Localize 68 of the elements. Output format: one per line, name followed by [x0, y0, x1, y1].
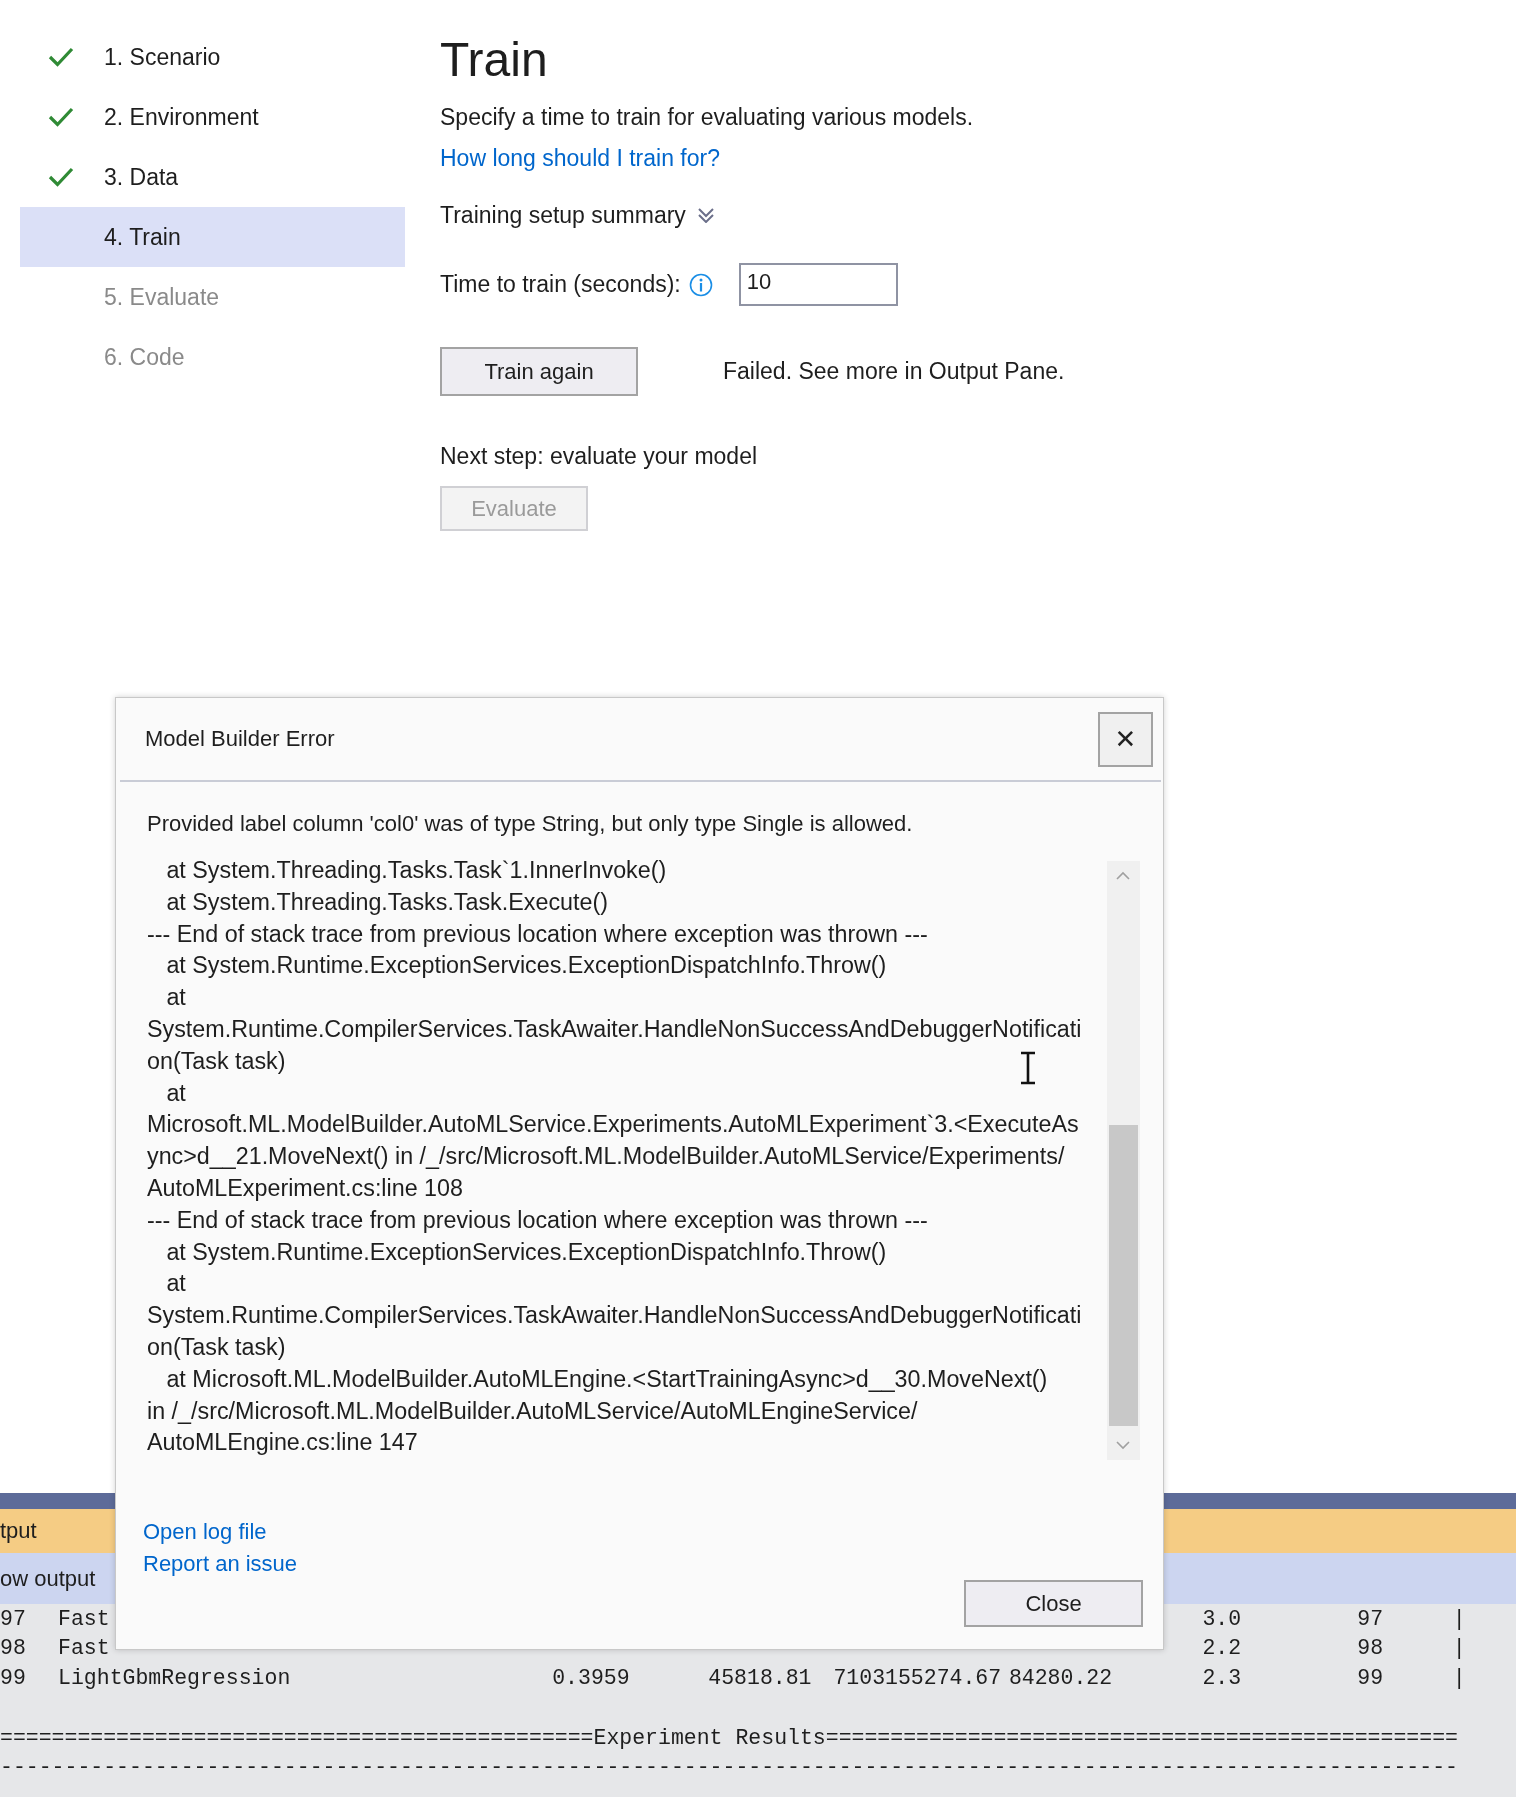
text-cursor-icon	[1018, 1051, 1038, 1085]
console-cell-text: LightGbmRegression	[58, 1665, 292, 1690]
stack-trace-line: System.Runtime.CompilerServices.TaskAwaiter.HandleNonSuccessAndDebuggerNotificati	[147, 1301, 1082, 1331]
output-source-label: ow output	[0, 1565, 96, 1592]
dialog-close-button[interactable]: Close	[964, 1580, 1143, 1627]
console-cell-text: 99	[0, 1665, 27, 1690]
info-icon[interactable]	[688, 272, 713, 297]
console-cell-text: 97	[0, 1606, 27, 1631]
dialog-title: Model Builder Error	[145, 726, 335, 752]
console-cell-text: 3.0	[1202, 1606, 1243, 1631]
pane-title: tput	[0, 1518, 37, 1544]
console-cell-text: 2.2	[1202, 1636, 1243, 1661]
time-input-field[interactable]: 10	[738, 263, 898, 306]
stack-trace-line: at System.Runtime.ExceptionServices.ExceptionDispatchInfo.Throw()	[165, 951, 887, 981]
console-cell-text: 45818.81	[708, 1665, 813, 1690]
console-cell-text: 7103155274.67	[833, 1665, 1003, 1690]
dialog-link[interactable]: Report an issue	[143, 1548, 298, 1580]
stack-trace-line: at System.Runtime.ExceptionServices.ExceptionDispatchInfo.Throw()	[165, 1237, 887, 1267]
wizard-step[interactable]: 1. Scenario	[20, 27, 405, 87]
stack-trace-line: at System.Threading.Tasks.Task`1.InnerInvoke()	[165, 856, 667, 885]
stack-trace-line: at	[165, 983, 186, 1013]
page-title: Train	[440, 32, 549, 88]
console-cell-text: 98	[0, 1636, 27, 1661]
console-cell-text: Fast	[58, 1606, 111, 1631]
chevron-down-icon[interactable]	[695, 207, 716, 223]
console-cell-text: |	[1452, 1606, 1467, 1631]
scroll-up-icon[interactable]	[1115, 871, 1131, 881]
close-button[interactable]: ✕	[1098, 711, 1153, 767]
stack-trace-line: on(Task task)	[147, 1332, 286, 1362]
console-cell-text: |	[1452, 1636, 1467, 1661]
console-cell-text: Fast	[58, 1636, 111, 1661]
next-step-text: Next step: evaluate your model	[440, 442, 759, 471]
stack-trace-line: Microsoft.ML.ModelBuilder.AutoMLService.Experiments.AutoMLExperiment`3.<ExecuteAs	[147, 1110, 1079, 1140]
stack-trace-line: AutoMLExperiment.cs:line 108	[147, 1173, 463, 1203]
status-text: Failed. See more in Output Pane.	[723, 358, 1065, 385]
stack-trace-line: on(Task task)	[147, 1046, 286, 1076]
help-link[interactable]: How long should I train for?	[440, 143, 720, 173]
stack-trace-line: at Microsoft.ML.ModelBuilder.AutoMLEngine.<StartTrainingAsync>d__30.MoveNext()	[165, 1364, 1048, 1394]
console-cell-text: |	[1452, 1665, 1467, 1690]
console-cell-text: 2.3	[1202, 1665, 1243, 1690]
description-text: Specify a time to train for evaluating various models.	[440, 103, 975, 132]
stack-trace-line: System.Runtime.CompilerServices.TaskAwaiter.HandleNonSuccessAndDebuggerNotificati	[147, 1015, 1082, 1044]
error-message: Provided label column 'col0' was of type String, but only type Single is allowed.	[147, 810, 914, 838]
console-line: ==============================================Experiment Results=================================================	[0, 1724, 1459, 1752]
console-cell-text: 84280.22	[1008, 1665, 1114, 1690]
wizard-step[interactable]: 3. Data	[20, 147, 405, 207]
train-again-button[interactable]: Train again	[440, 347, 638, 396]
stack-trace-line: AutoMLEngine.cs:line 147	[147, 1428, 418, 1458]
stack-trace-line: --- End of stack trace from previous location where exception was thrown ---	[147, 1205, 928, 1235]
summary-toggle-label[interactable]: Training setup summary	[440, 200, 686, 230]
stack-trace-line: in /_/src/Microsoft.ML.ModelBuilder.AutoMLService/AutoMLEngineService/	[147, 1396, 918, 1426]
stack-trace-line: --- End of stack trace from previous location where exception was thrown ---	[147, 919, 928, 949]
scroll-down-icon[interactable]	[1115, 1440, 1131, 1450]
scrollbar[interactable]	[1107, 861, 1140, 1460]
stack-trace-line: at	[165, 1078, 186, 1108]
console-cell-text: 0.3959	[552, 1665, 631, 1690]
wizard-step[interactable]: 2. Environment	[20, 87, 405, 147]
wizard-step[interactable]: 4. Train	[20, 207, 405, 267]
console-cell-text: 97	[1357, 1606, 1385, 1631]
console-cell-text: 98	[1357, 1636, 1385, 1661]
stack-trace-line: at System.Threading.Tasks.Task.Execute()	[165, 887, 608, 917]
stack-trace-line: ync>d__21.MoveNext() in /_/src/Microsoft.ML.ModelBuilder.AutoMLService/Experiments/	[147, 1142, 1065, 1172]
scrollbar-thumb[interactable]	[1109, 1125, 1138, 1426]
console-cell-text: 99	[1357, 1665, 1385, 1690]
dialog-link[interactable]: Open log file	[143, 1516, 267, 1548]
time-label: Time to train (seconds):	[440, 271, 681, 298]
console-line: -----------------------------------------------------------------------------------------------------------------	[0, 1753, 1459, 1781]
stack-trace-line: at	[165, 1269, 186, 1299]
